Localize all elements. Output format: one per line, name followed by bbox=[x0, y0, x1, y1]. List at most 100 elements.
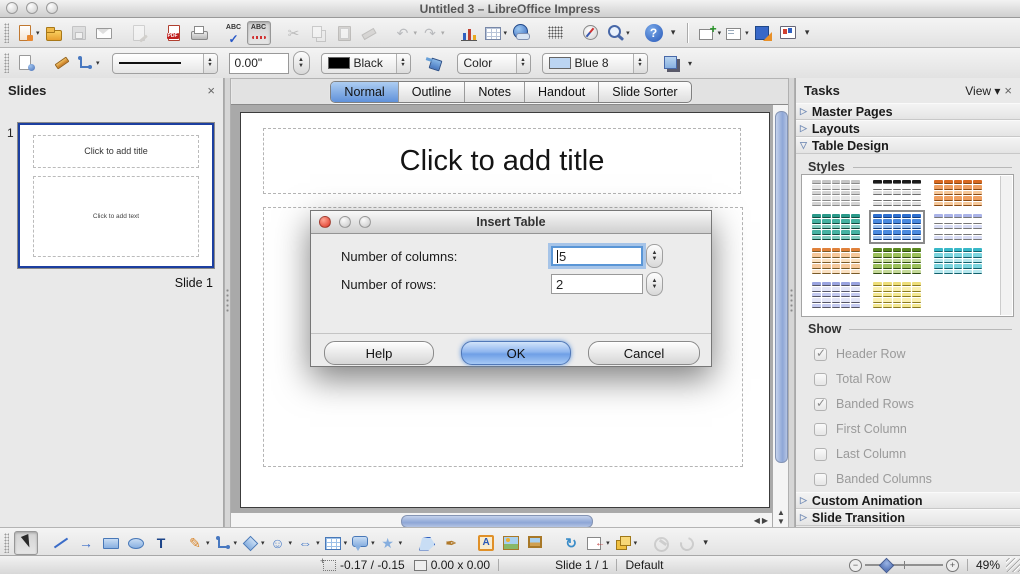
line-width-stepper[interactable]: ▲ ▼ bbox=[292, 51, 310, 75]
arrow-style-button[interactable]: ▾ bbox=[74, 51, 101, 75]
auto-spellcheck-button[interactable] bbox=[246, 20, 271, 45]
alignment-button[interactable]: ▾ bbox=[584, 531, 611, 555]
zoom-button[interactable]: ▾ bbox=[604, 21, 631, 45]
panel-splitter[interactable] bbox=[224, 78, 231, 527]
rows-stepper[interactable]: ▲ ▼ bbox=[646, 272, 663, 296]
print-button[interactable] bbox=[187, 21, 211, 45]
scrollbar-arrows-icon[interactable]: ▲ ▼ bbox=[773, 508, 788, 526]
zoom-slider-thumb[interactable] bbox=[878, 557, 895, 574]
shadow-button[interactable] bbox=[659, 51, 683, 75]
total-row-checkbox[interactable] bbox=[814, 372, 827, 386]
table-style-cyan[interactable] bbox=[934, 248, 982, 274]
start-presentation-button[interactable] bbox=[776, 21, 800, 45]
export-pdf-button[interactable] bbox=[162, 21, 186, 45]
insert-table-button[interactable]: ▾ bbox=[482, 21, 509, 45]
ellipse-tool-button[interactable] bbox=[124, 531, 148, 555]
connector-tool-button[interactable]: ▾ bbox=[212, 531, 239, 555]
vertical-scrollbar[interactable]: ▲ ▼ bbox=[772, 105, 788, 528]
table-style-orange[interactable] bbox=[934, 180, 982, 206]
header-row-checkbox[interactable] bbox=[814, 346, 827, 361]
edit-points-button[interactable] bbox=[414, 531, 438, 555]
close-icon[interactable]: × bbox=[207, 83, 215, 98]
toolbar-drag-handle[interactable] bbox=[4, 532, 9, 553]
slide-style[interactable]: Default bbox=[625, 558, 663, 572]
close-window-button[interactable] bbox=[6, 2, 18, 14]
tab-slide-sorter[interactable]: Slide Sorter bbox=[598, 82, 690, 102]
tasks-section-master-pages[interactable]: ▷ Master Pages bbox=[796, 103, 1020, 120]
line-tool-button[interactable] bbox=[49, 531, 73, 555]
line-button[interactable] bbox=[49, 51, 73, 75]
arrange-button[interactable]: ▾ bbox=[612, 531, 639, 555]
tab-outline[interactable]: Outline bbox=[397, 82, 465, 102]
tasks-view-menu[interactable]: View ▾ bbox=[965, 84, 1000, 98]
toolbar-drag-handle[interactable] bbox=[4, 22, 9, 43]
help-button[interactable]: Help bbox=[324, 341, 434, 365]
minimize-window-button[interactable] bbox=[26, 2, 38, 14]
styles-preview-button[interactable] bbox=[14, 51, 38, 75]
styles-scrollbar[interactable] bbox=[1000, 176, 1012, 315]
tasks-section-table-design[interactable]: ▽ Table Design bbox=[796, 137, 1020, 154]
table-style-blue[interactable] bbox=[869, 210, 925, 244]
line-style-combo[interactable]: ▲ ▼ bbox=[111, 52, 218, 74]
design-button[interactable] bbox=[751, 21, 775, 45]
vertical-scrollbar-thumb[interactable] bbox=[775, 111, 788, 463]
zoom-window-button[interactable] bbox=[46, 2, 58, 14]
insert-image-button[interactable] bbox=[499, 531, 523, 555]
toolbar-drag-handle[interactable] bbox=[4, 53, 9, 73]
symbol-shapes-button[interactable]: ☺ ▾ bbox=[267, 531, 294, 555]
help-button[interactable] bbox=[642, 21, 666, 45]
title-placeholder[interactable]: Click to add title bbox=[263, 128, 741, 194]
fill-color-combo[interactable]: Blue 8 ▲ ▼ bbox=[541, 52, 648, 74]
callouts-button[interactable]: ▾ bbox=[349, 531, 376, 555]
gallery-button[interactable] bbox=[524, 531, 548, 555]
close-icon[interactable]: × bbox=[1004, 83, 1012, 98]
columns-input[interactable]: 5 bbox=[551, 246, 643, 266]
scrollbar-arrows-icon[interactable]: ◀▶ bbox=[754, 516, 770, 525]
email-button[interactable] bbox=[92, 21, 116, 45]
insert-chart-button[interactable] bbox=[457, 21, 481, 45]
toolbar-overflow-button[interactable]: ▾ bbox=[667, 21, 680, 45]
table-style-grey[interactable] bbox=[812, 180, 860, 206]
fontwork-button[interactable] bbox=[474, 531, 498, 555]
fill-type-combo[interactable]: Color ▲ ▼ bbox=[456, 52, 531, 74]
ok-button[interactable]: OK bbox=[461, 341, 571, 365]
table-style-peach[interactable] bbox=[812, 248, 860, 274]
navigator-button[interactable] bbox=[579, 21, 603, 45]
table-style-yellow[interactable] bbox=[873, 282, 921, 308]
text-tool-button[interactable]: T bbox=[149, 531, 173, 555]
table-style-periwinkle[interactable] bbox=[934, 214, 982, 240]
slide-layout-button[interactable]: ▾ bbox=[723, 21, 750, 45]
first-column-checkbox[interactable] bbox=[814, 422, 827, 436]
window-resize-grip[interactable] bbox=[1006, 558, 1020, 572]
tab-notes[interactable]: Notes bbox=[464, 82, 524, 102]
stepper-icon[interactable]: ▲ ▼ bbox=[202, 53, 217, 73]
fill-button[interactable] bbox=[422, 51, 446, 75]
table-style-lavender[interactable] bbox=[812, 282, 860, 308]
tab-handout[interactable]: Handout bbox=[523, 82, 598, 102]
cancel-button[interactable]: Cancel bbox=[588, 341, 700, 365]
arrow-tool-button[interactable]: → bbox=[74, 531, 98, 555]
new-presentation-button[interactable]: ▾ bbox=[14, 21, 41, 45]
presentation-overflow-button[interactable]: ▾ bbox=[801, 21, 814, 45]
curve-tool-button[interactable]: ✎ ▾ bbox=[184, 531, 211, 555]
stepper-icon[interactable]: ▲ ▼ bbox=[395, 53, 410, 73]
glue-points-button[interactable]: ✒ bbox=[439, 531, 463, 555]
stepper-icon[interactable]: ▲ ▼ bbox=[632, 53, 647, 73]
columns-stepper[interactable]: ▲ ▼ bbox=[646, 244, 663, 268]
tasks-section-custom-animation[interactable]: ▷ Custom Animation bbox=[796, 492, 1020, 509]
stars-button[interactable]: ★ ▾ bbox=[377, 531, 404, 555]
rectangle-tool-button[interactable] bbox=[99, 531, 123, 555]
rows-input[interactable]: 2 bbox=[551, 274, 643, 294]
panel-splitter[interactable] bbox=[788, 78, 795, 527]
tasks-section-slide-transition[interactable]: ▷ Slide Transition bbox=[796, 509, 1020, 526]
horizontal-scrollbar[interactable]: ◀▶ bbox=[231, 512, 772, 528]
block-arrows-button[interactable]: ⇔ ▾ bbox=[294, 531, 321, 555]
new-slide-button[interactable]: ▾ bbox=[696, 21, 723, 45]
zoom-slider[interactable] bbox=[864, 557, 943, 574]
dialog-zoom-button[interactable] bbox=[359, 216, 371, 228]
slide-thumbnail[interactable]: Click to add title Click to add text bbox=[18, 123, 214, 268]
hyperlink-button[interactable] bbox=[509, 21, 533, 45]
select-tool-button[interactable] bbox=[14, 530, 38, 555]
tab-normal[interactable]: Normal bbox=[331, 82, 398, 102]
table-style-green[interactable] bbox=[873, 248, 921, 274]
